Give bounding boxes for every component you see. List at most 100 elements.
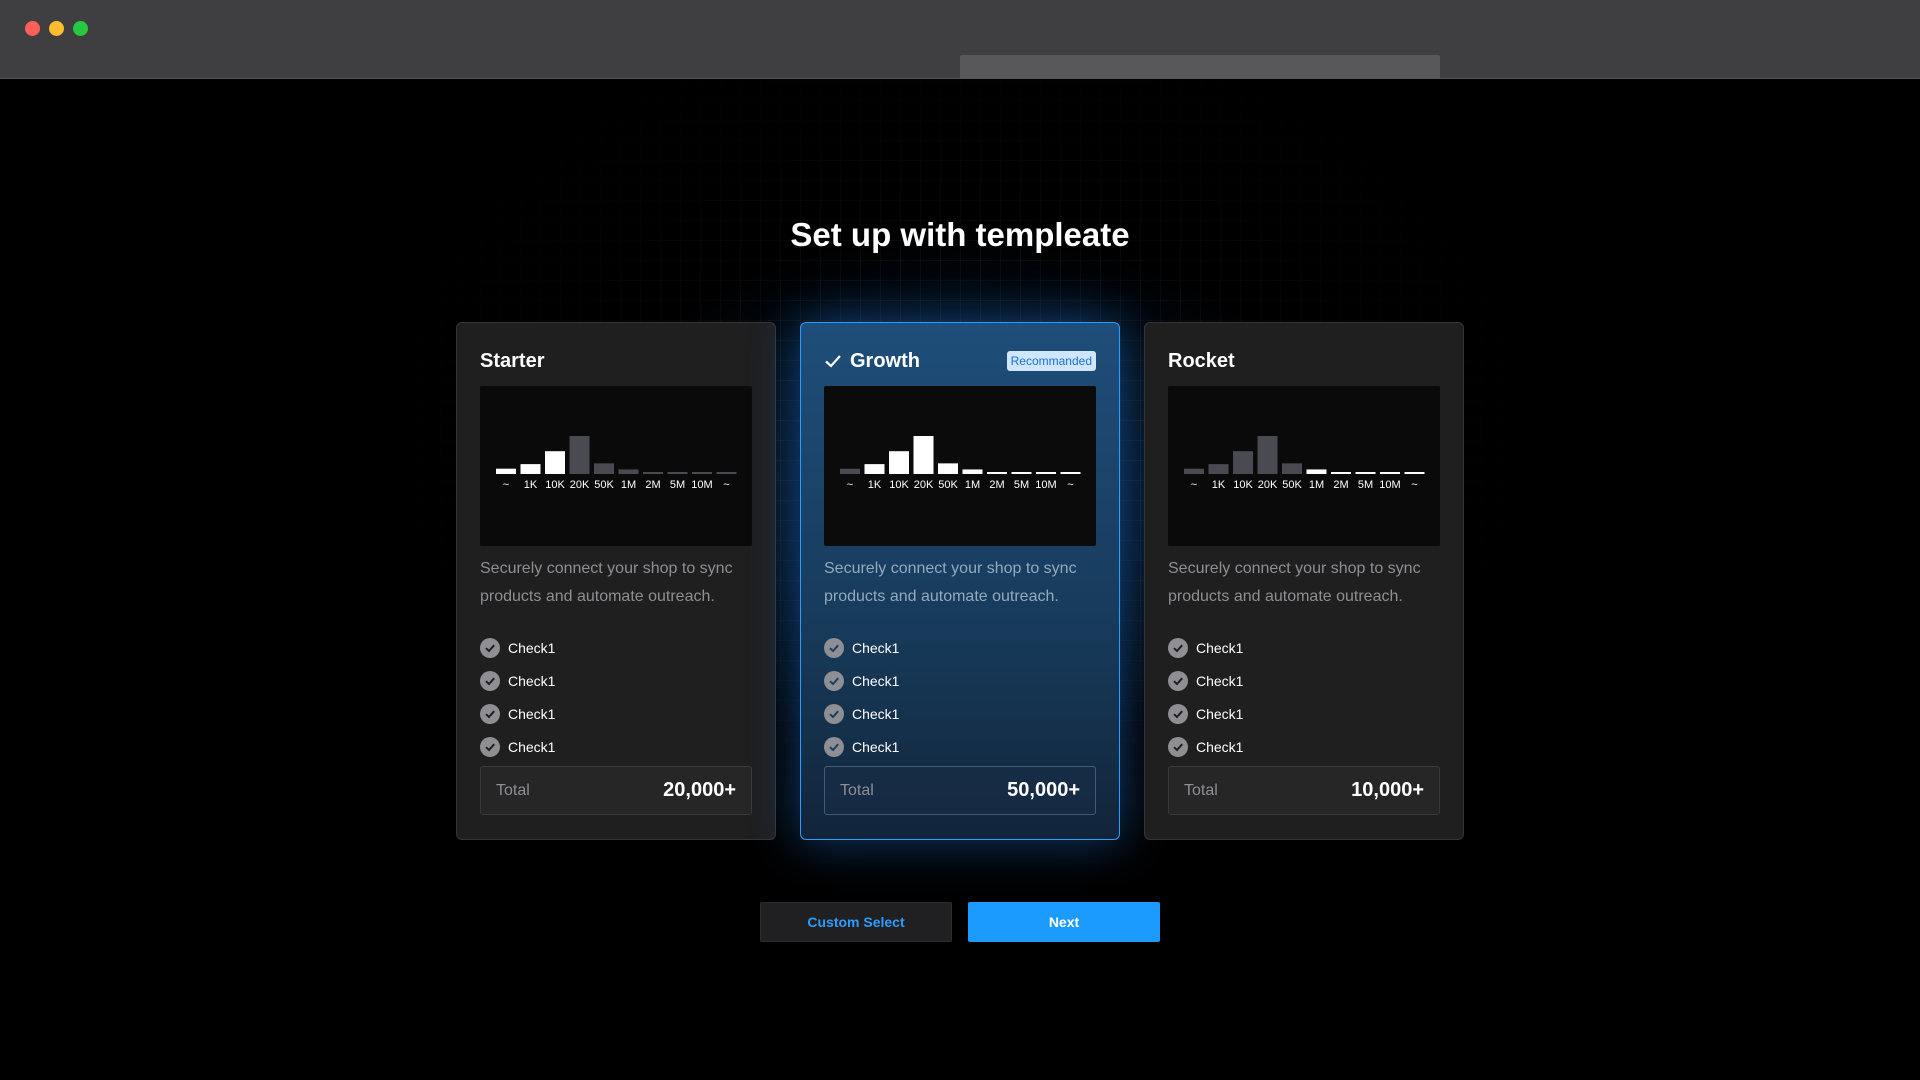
feature-item: Check1 <box>1168 631 1243 664</box>
distribution-chart: ~1K 10K 20K 50K 1M 2M 5M 10M ~ <box>824 386 1096 546</box>
page-title: Set up with templeate <box>790 216 1130 253</box>
custom-select-button[interactable]: Custom Select <box>760 902 952 942</box>
distribution-chart-svg: ~1K 10K 20K 50K 1M 2M 5M 10M ~ <box>1184 436 1425 491</box>
chart-tick-label: 1M <box>1309 479 1324 491</box>
address-bar[interactable] <box>960 55 1440 79</box>
feature-label: Check1 <box>852 705 900 722</box>
chart-tick-label: 2M <box>989 479 1004 491</box>
chart-tick-label: 10M <box>1035 479 1056 491</box>
chart-bar <box>938 463 958 474</box>
feature-list: Check1 Check1 Check1 Check1 <box>480 631 555 763</box>
chart-bar <box>1282 463 1302 474</box>
chart-tick-label: 1K <box>1212 479 1226 491</box>
distribution-chart: ~1K 10K 20K 50K 1M 2M 5M 10M ~ <box>480 386 752 546</box>
feature-item: Check1 <box>824 730 899 763</box>
chart-bar <box>643 472 663 474</box>
feature-item: Check1 <box>480 730 555 763</box>
chart-bar <box>667 472 688 474</box>
chart-tick-label: 50K <box>1282 479 1302 491</box>
check-circle-icon <box>1168 736 1188 757</box>
check-circle-icon <box>480 736 500 757</box>
feature-item: Check1 <box>1168 697 1243 730</box>
feature-item: Check1 <box>480 664 555 697</box>
selected-check-icon <box>825 355 841 368</box>
chart-bar <box>569 436 590 474</box>
chart-tick-label: 20K <box>914 479 934 491</box>
chart-bar <box>1257 436 1278 474</box>
chart-tick-label: 2M <box>1333 479 1348 491</box>
total-box: Total 50,000+ <box>824 766 1096 815</box>
card-header: Starter <box>480 347 752 375</box>
chart-tick-label: 20K <box>570 479 590 491</box>
chart-bar <box>496 468 516 474</box>
feature-label: Check1 <box>1196 738 1244 755</box>
recommended-badge: Recommanded <box>1006 351 1096 371</box>
chart-bar <box>692 472 712 474</box>
check-circle-icon <box>480 703 500 724</box>
maximize-window-button[interactable] <box>73 21 88 36</box>
check-circle-icon <box>824 703 844 724</box>
check-circle-icon <box>480 670 500 691</box>
chart-bar <box>545 451 565 474</box>
feature-label: Check1 <box>508 672 556 689</box>
card-header: Rocket <box>1168 347 1440 375</box>
feature-label: Check1 <box>852 672 900 689</box>
chart-tick-label: 10K <box>545 479 565 491</box>
chart-bar <box>1233 451 1253 474</box>
chart-tick-label: 1M <box>965 479 980 491</box>
check-circle-icon <box>824 736 844 757</box>
chart-tick-label: ~ <box>1191 479 1197 491</box>
total-label: Total <box>1184 781 1218 799</box>
feature-list: Check1 Check1 Check1 Check1 <box>824 631 899 763</box>
chart-bar <box>618 469 639 474</box>
chart-bar <box>987 472 1007 474</box>
plan-card-growth[interactable]: Growth Recommanded ~1K 10K 20K 50K 1M 2M 5M 10M… <box>800 322 1120 840</box>
plan-card-starter[interactable]: Starter ~1K 10K 20K 50K 1M 2M 5M 10M ~ Securely … <box>456 322 776 840</box>
feature-label: Check1 <box>508 738 556 755</box>
chart-tick-label: 10M <box>691 479 712 491</box>
next-button[interactable]: Next <box>968 902 1160 942</box>
chart-tick-label: 10K <box>1233 479 1253 491</box>
plan-card-rocket[interactable]: Rocket ~1K 10K 20K 50K 1M 2M 5M 10M ~ Securely c… <box>1144 322 1464 840</box>
minimize-window-button[interactable] <box>49 21 64 36</box>
feature-item: Check1 <box>1168 664 1243 697</box>
chart-bar <box>864 464 885 474</box>
distribution-chart: ~1K 10K 20K 50K 1M 2M 5M 10M ~ <box>1168 386 1440 546</box>
chart-bar <box>594 463 614 474</box>
plan-description: Securely connect your shop to sync produ… <box>480 560 733 605</box>
chart-bar <box>1306 469 1327 474</box>
plan-name: Growth <box>850 349 920 372</box>
main-stage: Set up with templeate Starter ~1K 10K 20K 5… <box>0 80 1920 1080</box>
chart-bar <box>913 436 934 474</box>
chart-tick-label: ~ <box>723 479 729 491</box>
feature-item: Check1 <box>824 631 899 664</box>
chart-tick-label: 2M <box>645 479 660 491</box>
feature-item: Check1 <box>824 664 899 697</box>
feature-list: Check1 Check1 Check1 Check1 <box>1168 631 1243 763</box>
chart-tick-label: 10K <box>889 479 909 491</box>
distribution-chart-svg: ~1K 10K 20K 50K 1M 2M 5M 10M ~ <box>840 436 1081 491</box>
check-circle-icon <box>1168 637 1188 658</box>
total-box: Total 20,000+ <box>480 766 752 815</box>
feature-item: Check1 <box>480 631 555 664</box>
chart-bar <box>1011 472 1032 474</box>
plan-description: Securely connect your shop to sync produ… <box>824 560 1077 605</box>
chart-bar <box>1208 464 1229 474</box>
feature-label: Check1 <box>1196 639 1244 656</box>
distribution-chart-svg: ~1K 10K 20K 50K 1M 2M 5M 10M ~ <box>496 436 737 491</box>
chart-bar <box>840 468 860 474</box>
check-circle-icon <box>480 637 500 658</box>
window-titlebar <box>0 0 1920 79</box>
chart-tick-label: 50K <box>938 479 958 491</box>
feature-label: Check1 <box>508 639 556 656</box>
check-circle-icon <box>824 637 844 658</box>
close-window-button[interactable] <box>25 21 40 36</box>
chart-tick-label: 1K <box>524 479 538 491</box>
chart-tick-label: 10M <box>1379 479 1400 491</box>
chart-bar <box>889 451 909 474</box>
feature-item: Check1 <box>1168 730 1243 763</box>
feature-label: Check1 <box>1196 705 1244 722</box>
chart-tick-label: 5M <box>670 479 685 491</box>
chart-bar <box>1036 472 1056 474</box>
total-value: 10,000+ <box>1351 779 1424 801</box>
